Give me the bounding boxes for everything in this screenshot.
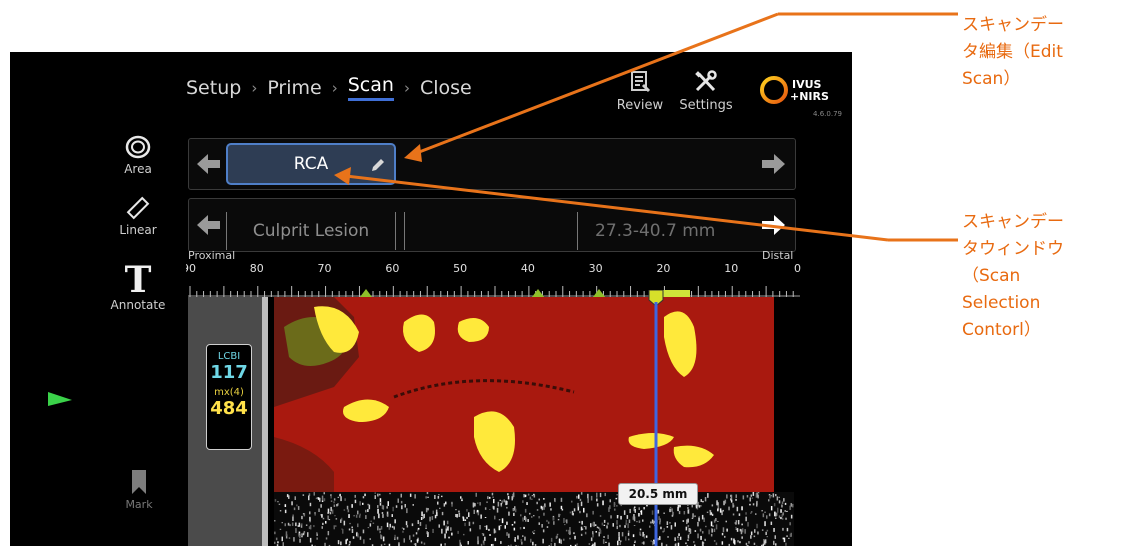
callout-arrowhead	[404, 144, 422, 162]
callout-line: Selection	[962, 293, 1041, 313]
callout-scan-window: スキャンデー タウィンドウ （Scan Selection Contorl）	[962, 209, 1064, 344]
callout-line: Scan）	[962, 69, 1021, 89]
callout-line: （Scan	[962, 266, 1021, 286]
callout-arrowhead	[334, 167, 351, 185]
callout-edit-scan: スキャンデー タ編集（Edit Scan）	[962, 12, 1064, 93]
callout-line: タ編集（Edit	[962, 42, 1063, 62]
callout-line: スキャンデー	[962, 212, 1064, 232]
callout-line: タウィンドウ	[962, 239, 1064, 259]
callout-line: スキャンデー	[962, 15, 1064, 35]
callout-line: Contorl）	[962, 320, 1041, 340]
